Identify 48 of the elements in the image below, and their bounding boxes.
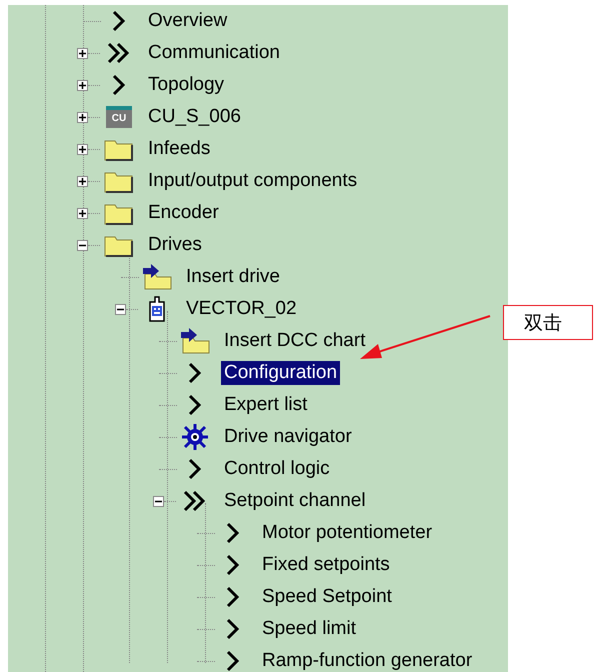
tree-item[interactable]: Setpoint channel (221, 489, 369, 513)
tree-item[interactable]: Encoder (145, 201, 222, 225)
chevron-icon (188, 394, 202, 416)
expand-icon[interactable] (77, 144, 88, 154)
tree-item[interactable]: Insert drive (183, 265, 283, 289)
double-chevron-icon (107, 42, 131, 64)
expand-icon[interactable] (77, 112, 88, 122)
tree-item[interactable]: Drive navigator (221, 425, 355, 449)
expand-icon[interactable] (77, 80, 88, 90)
collapse-icon[interactable] (153, 496, 164, 506)
expand-icon[interactable] (77, 208, 88, 218)
tree-item[interactable]: Input/output components (145, 169, 360, 193)
tree-item[interactable]: Expert list (221, 393, 310, 417)
expand-icon[interactable] (77, 48, 88, 58)
collapse-icon[interactable] (115, 304, 126, 314)
tree-item[interactable]: VECTOR_02 (183, 297, 300, 321)
tree-item[interactable]: Communication (145, 41, 283, 65)
chevron-icon (226, 618, 240, 640)
tree-item[interactable]: Topology (145, 73, 228, 97)
chevron-icon (226, 650, 240, 672)
tree-item[interactable]: Control logic (221, 457, 333, 481)
chevron-icon (226, 586, 240, 608)
insert-folder-icon (179, 328, 211, 354)
double-chevron-icon (183, 490, 207, 512)
tree-item[interactable]: Speed Setpoint (259, 585, 395, 609)
chevron-icon (112, 74, 126, 96)
tree-item[interactable]: Configuration (221, 361, 340, 385)
expand-icon[interactable] (77, 176, 88, 186)
insert-folder-icon (141, 264, 173, 290)
gear-icon (181, 423, 209, 451)
tree-item[interactable]: Insert DCC chart (221, 329, 368, 353)
chevron-icon (226, 522, 240, 544)
chevron-icon (226, 554, 240, 576)
tree-item[interactable]: Infeeds (145, 137, 214, 161)
tree-item[interactable]: Overview (145, 9, 230, 33)
tree-item[interactable]: Ramp-function generator (259, 649, 476, 672)
tree-item[interactable]: CU_S_006 (145, 105, 244, 129)
tree-item[interactable]: Fixed setpoints (259, 553, 393, 577)
tree-item[interactable]: Speed limit (259, 617, 359, 641)
drive-device-icon (147, 296, 167, 322)
collapse-icon[interactable] (77, 240, 88, 250)
control-unit-icon: CU (106, 106, 132, 128)
callout-label: 双击 (503, 305, 593, 340)
chevron-icon (112, 10, 126, 32)
tree-item[interactable]: Drives (145, 233, 205, 257)
chevron-icon (188, 458, 202, 480)
chevron-icon (188, 362, 202, 384)
tree-item[interactable]: Motor potentiometer (259, 521, 436, 545)
